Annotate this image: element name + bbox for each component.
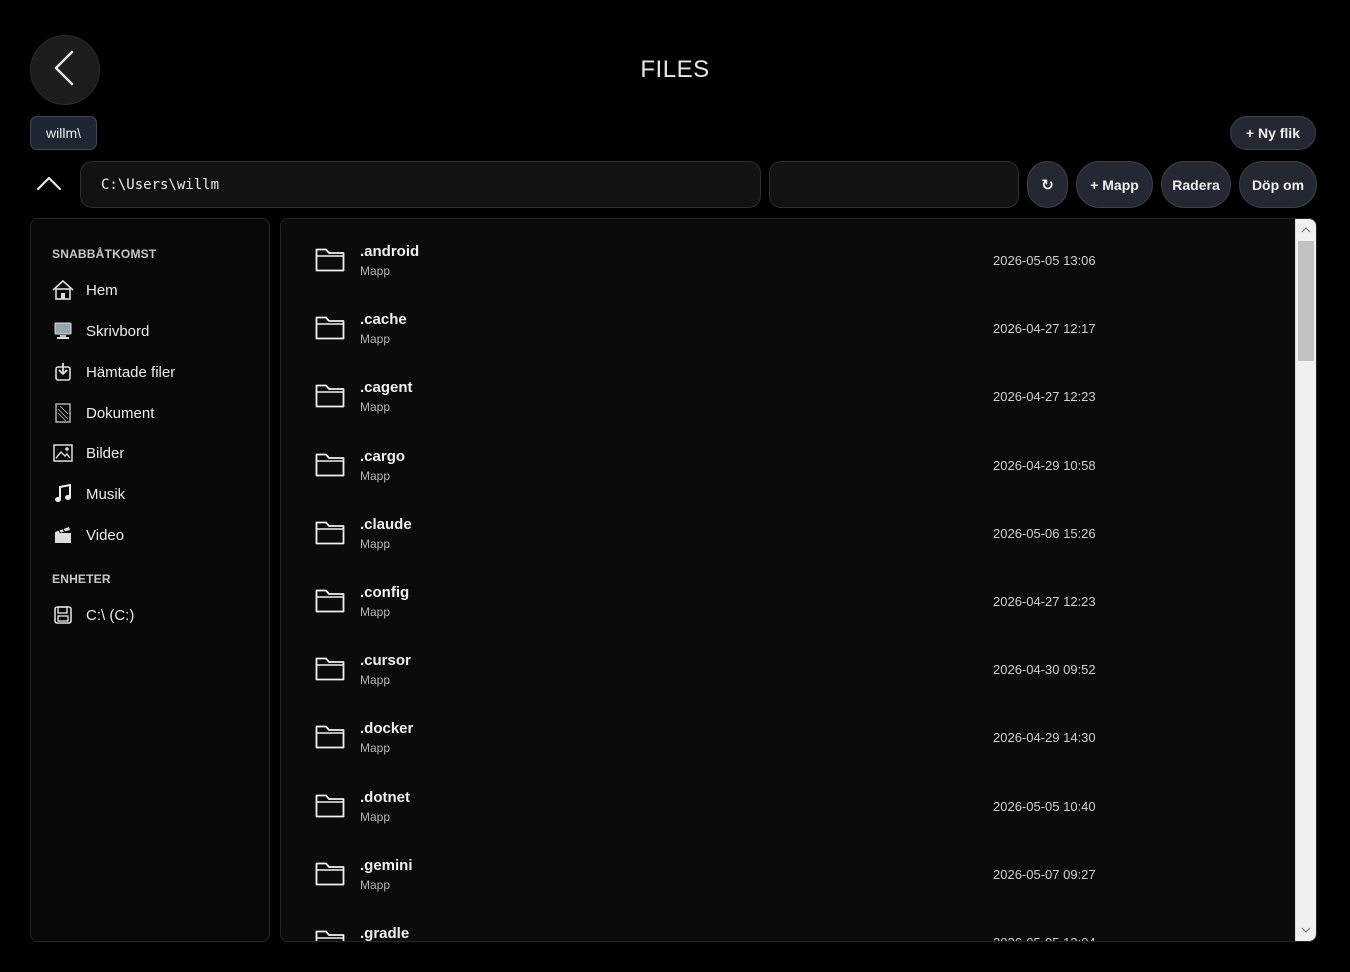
desktop-icon (52, 320, 74, 342)
chevron-up-icon (36, 175, 62, 196)
file-name: .gemini (360, 856, 413, 874)
sidebar-item-documents[interactable]: Dokument (43, 395, 257, 431)
folder-icon (315, 451, 345, 482)
file-name: .docker (360, 720, 414, 738)
sidebar-item-label: C:\ (C:) (86, 606, 135, 624)
file-row[interactable]: .cache Mapp 2026-04-27 12:17 (281, 291, 1291, 359)
sidebar-item-desktop[interactable]: Skrivbord (43, 313, 257, 349)
file-type: Mapp (360, 809, 391, 824)
file-type: Mapp (360, 877, 391, 892)
folder-icon (315, 792, 345, 823)
file-type: Mapp (360, 536, 391, 551)
rename-button[interactable]: Döp om (1239, 161, 1317, 208)
file-row[interactable]: .cursor Mapp 2026-04-30 09:52 (281, 632, 1291, 700)
document-icon (52, 402, 74, 424)
music-icon (52, 483, 74, 505)
file-modified-date: 2026-04-29 14:30 (993, 730, 1096, 746)
tab-active[interactable]: willm\ (30, 116, 97, 150)
folder-icon (315, 587, 345, 618)
folder-icon (315, 655, 345, 686)
file-name: .config (360, 584, 410, 601)
folder-icon (315, 860, 345, 891)
file-row[interactable]: .android Mapp 2026-05-05 13:06 (281, 223, 1291, 291)
file-name: .cursor (360, 652, 411, 670)
file-modified-date: 2026-05-06 15:26 (993, 525, 1096, 541)
file-modified-date: 2026-05-07 09:27 (993, 866, 1096, 882)
sidebar-item-label: Bilder (86, 444, 125, 462)
video-icon (52, 524, 74, 546)
file-row[interactable]: .gemini Mapp 2026-05-07 09:27 (281, 837, 1291, 905)
path-input[interactable] (80, 161, 761, 208)
file-manager-app: FILES willm\ + Ny flik ↻ + Mapp Radera D… (0, 0, 1350, 972)
file-type: Mapp (360, 264, 391, 278)
folder-icon (315, 246, 345, 277)
new-folder-button[interactable]: + Mapp (1076, 161, 1153, 208)
refresh-icon: ↻ (1041, 176, 1054, 194)
parent-folder-button[interactable] (34, 172, 64, 198)
file-modified-date: 2026-05-05 10:40 (993, 798, 1096, 814)
vertical-scrollbar[interactable] (1295, 219, 1316, 941)
sidebar-item-label: Dokument (86, 404, 155, 422)
file-name: .claude (360, 515, 412, 533)
sidebar-item-downloads[interactable]: Hämtade filer (43, 354, 257, 390)
sidebar-item-label: Hämtade filer (86, 363, 176, 381)
file-row[interactable]: .claude Mapp 2026-05-06 15:26 (281, 496, 1291, 564)
sidebar-item-pictures[interactable]: Bilder (43, 435, 257, 471)
home-icon (52, 279, 74, 301)
file-row[interactable]: .gradleMapp2026-05-05 13:04 (281, 905, 1291, 942)
scroll-up-arrow[interactable] (1296, 221, 1316, 239)
file-type: Mapp (360, 468, 391, 483)
file-name: .cache (360, 311, 407, 329)
sidebar-item-label: Musik (86, 485, 126, 503)
sidebar-item-label: Video (86, 526, 125, 544)
file-row[interactable]: .cagent Mapp 2026-04-27 12:23 (281, 359, 1291, 427)
file-name: .dotnet (360, 788, 410, 806)
refresh-button[interactable]: ↻ (1027, 161, 1068, 208)
folder-icon (315, 314, 345, 345)
file-modified-date: 2026-05-05 13:04 (993, 935, 1096, 941)
folder-icon (315, 928, 345, 941)
file-list: .android Mapp 2026-05-05 13:06 .cache Mapp 20… (280, 218, 1317, 942)
pictures-icon (52, 442, 74, 464)
file-type: Mapp (360, 400, 391, 415)
file-modified-date: 2026-04-30 09:52 (993, 662, 1096, 678)
sidebar-item-home[interactable]: Hem (43, 272, 257, 308)
file-modified-date: 2026-04-27 12:17 (993, 321, 1096, 337)
devices-heading: ENHETER (52, 572, 111, 586)
file-type: Mapp (360, 741, 391, 756)
file-type: Mapp (360, 605, 391, 619)
file-type: Mapp (360, 673, 391, 688)
folder-icon (315, 723, 345, 754)
file-modified-date: 2026-04-27 12:23 (993, 389, 1096, 405)
file-row[interactable]: .docker Mapp 2026-04-29 14:30 (281, 700, 1291, 768)
file-row[interactable]: .dotnet Mapp 2026-05-05 10:40 (281, 769, 1291, 837)
file-type: Mapp (360, 332, 391, 347)
file-modified-date: 2026-05-05 13:06 (993, 253, 1096, 268)
folder-icon (315, 519, 345, 550)
search-input[interactable] (769, 161, 1019, 208)
file-row[interactable]: .config Mapp 2026-04-27 12:23 (281, 564, 1291, 632)
scroll-down-arrow[interactable] (1296, 921, 1316, 939)
file-modified-date: 2026-04-29 10:58 (993, 457, 1096, 473)
delete-button[interactable]: Radera (1161, 161, 1231, 208)
file-modified-date: 2026-04-27 12:23 (993, 594, 1096, 609)
new-tab-button[interactable]: + Ny flik (1229, 116, 1316, 150)
file-name: .cagent (360, 379, 413, 397)
sidebar: SNABBÅTKOMST Hem Skrivbord Hämtade filer… (30, 218, 270, 942)
sidebar-item-label: Hem (86, 281, 118, 299)
sidebar-item-drive-c[interactable]: C:\ (C:) (43, 597, 257, 633)
file-name: .android (360, 243, 420, 260)
file-name: .gradle (360, 925, 410, 942)
page-title: FILES (640, 56, 710, 83)
sidebar-item-label: Skrivbord (86, 322, 150, 340)
downloads-icon (52, 361, 74, 383)
sidebar-item-music[interactable]: Musik (43, 476, 257, 512)
file-row[interactable]: .cargo Mapp 2026-04-29 10:58 (281, 428, 1291, 496)
quick-access-heading: SNABBÅTKOMST (52, 247, 157, 261)
sidebar-item-video[interactable]: Video (43, 517, 257, 553)
folder-icon (315, 382, 345, 413)
drive-icon (52, 604, 74, 626)
file-name: .cargo (360, 447, 406, 465)
scrollbar-thumb[interactable] (1298, 241, 1314, 361)
